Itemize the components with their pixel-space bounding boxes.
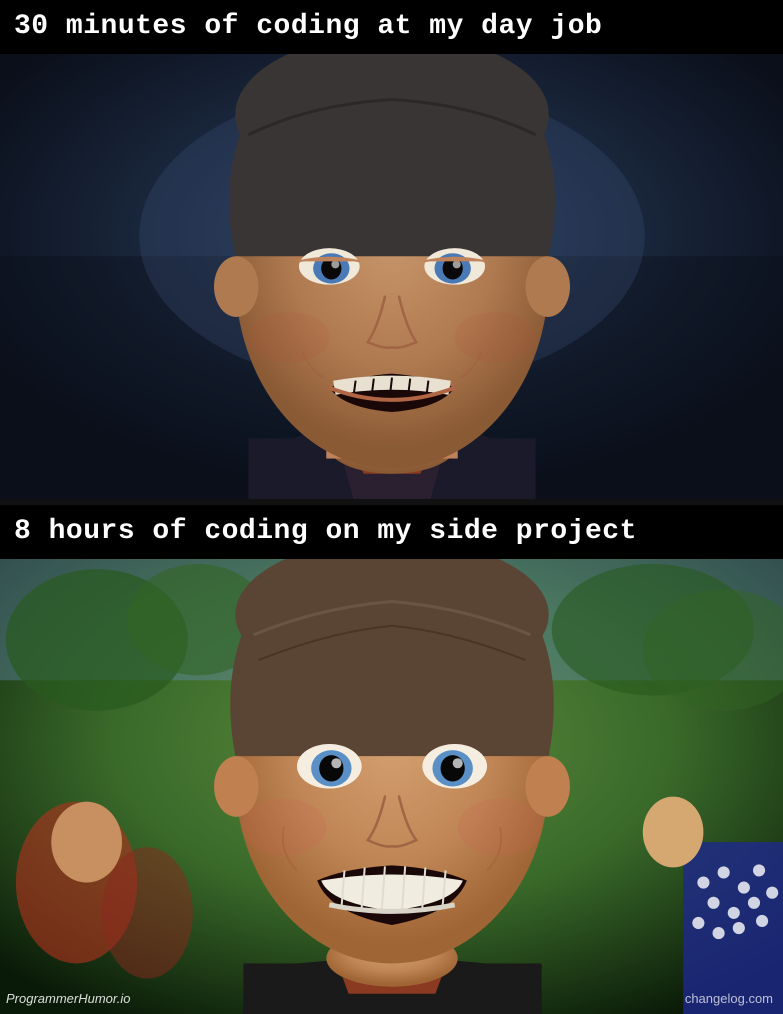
top-image-area: [0, 54, 783, 499]
bottom-panel: 8 hours of coding on my side project: [0, 505, 783, 1014]
programmerhumor-watermark: ProgrammerHumor.io: [6, 991, 131, 1006]
bottom-image-svg: [0, 559, 783, 1014]
changelog-watermark: changelog.com: [685, 991, 773, 1006]
bottom-caption-bar: 8 hours of coding on my side project: [0, 505, 783, 559]
top-caption-bar: 30 minutes of coding at my day job: [0, 0, 783, 54]
top-image-svg: [0, 54, 783, 499]
top-caption-text: 30 minutes of coding at my day job: [14, 11, 602, 42]
divider: [0, 499, 783, 506]
bottom-image-area: changelog.com ProgrammerHumor.io: [0, 559, 783, 1014]
top-panel: 30 minutes of coding at my day job: [0, 0, 783, 499]
bottom-caption-text: 8 hours of coding on my side project: [14, 516, 637, 547]
meme-container: 30 minutes of coding at my day job: [0, 0, 783, 1014]
